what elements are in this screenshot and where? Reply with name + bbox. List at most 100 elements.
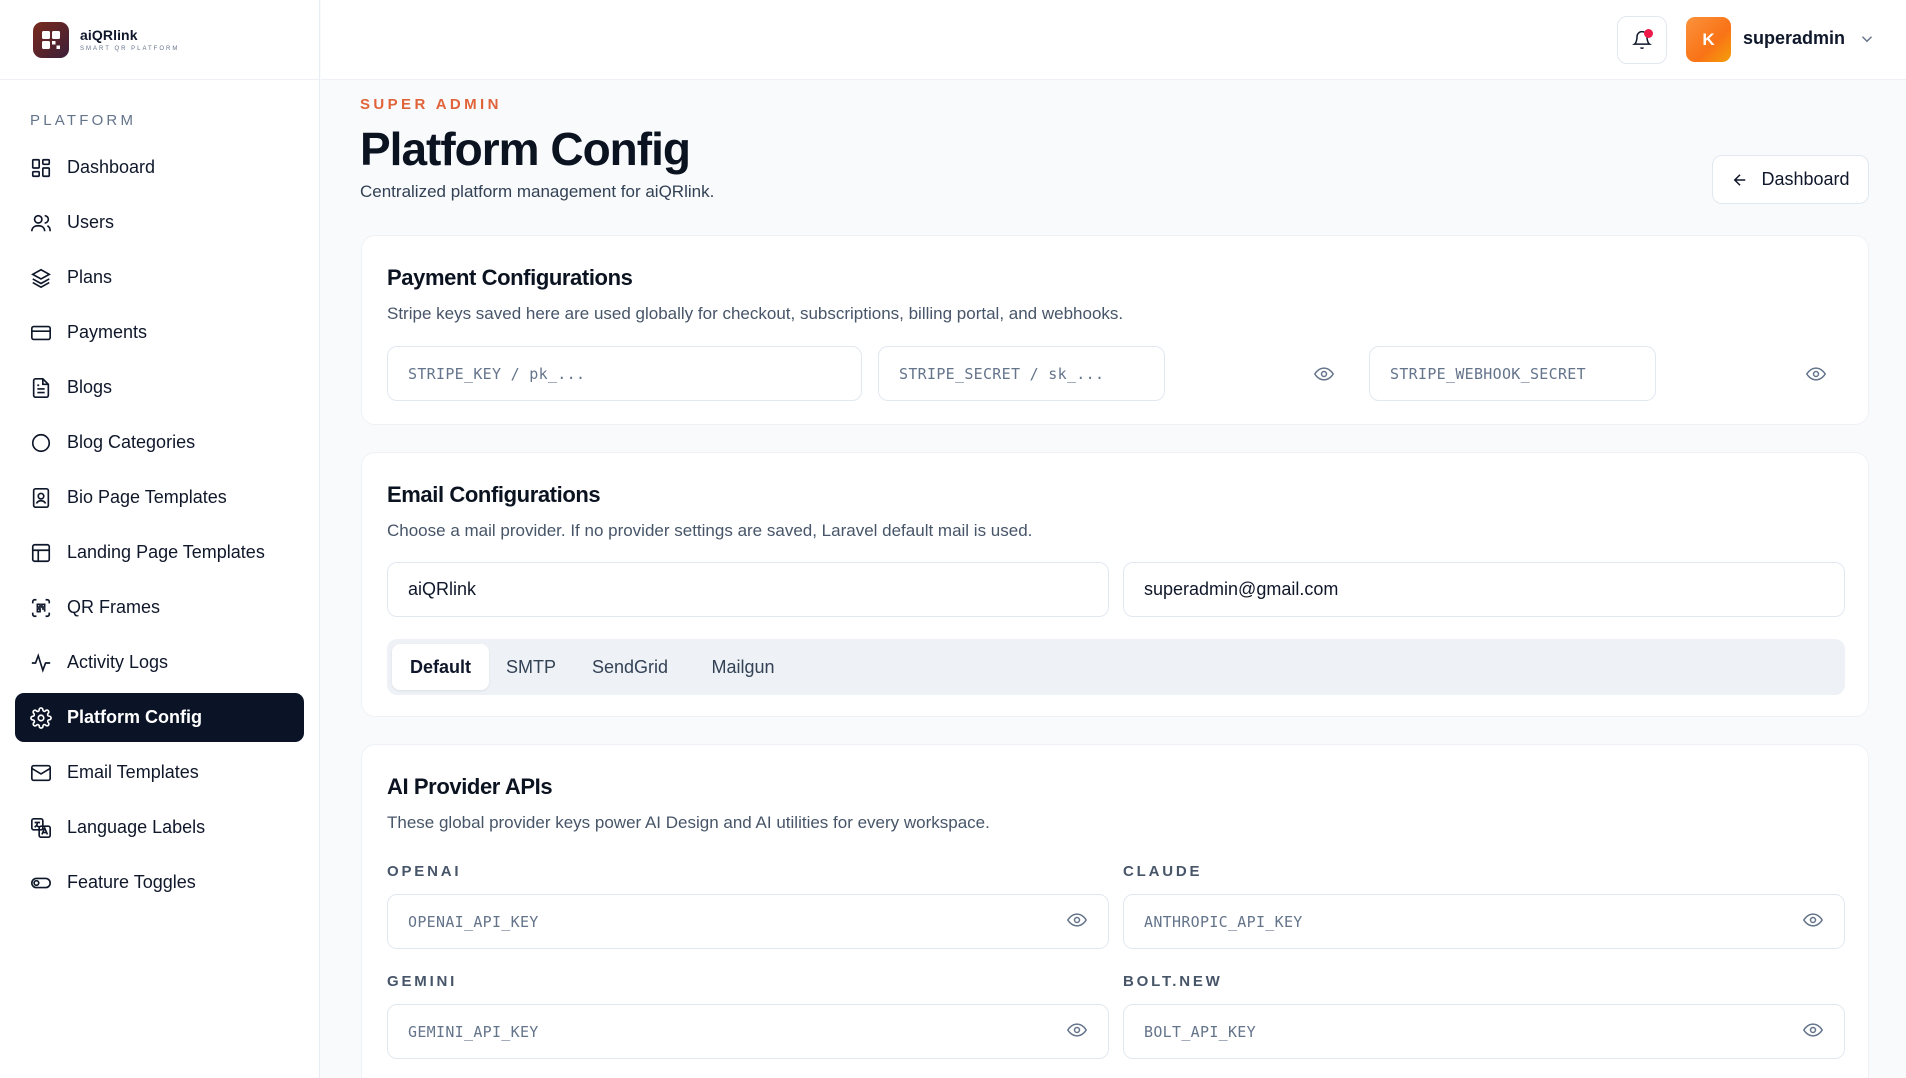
- stripe-webhook-secret-input[interactable]: STRIPE_WEBHOOK_SECRET: [1369, 346, 1656, 401]
- document-icon: [30, 377, 52, 399]
- sidebar-item-email-templates[interactable]: Email Templates: [15, 748, 304, 797]
- stripe-key-input[interactable]: STRIPE_KEY / pk_...: [387, 346, 862, 401]
- claude-key-placeholder: ANTHROPIC_API_KEY: [1144, 912, 1303, 931]
- gemini-label: GEMINI: [387, 973, 458, 990]
- sidebar-item-qr-frames[interactable]: QR Frames: [15, 583, 304, 632]
- stripe-key-placeholder: STRIPE_KEY / pk_...: [408, 364, 586, 383]
- claude-label: CLAUDE: [1123, 863, 1203, 880]
- brand-logo-icon: [33, 21, 69, 58]
- circle-icon: [30, 432, 52, 454]
- eye-icon[interactable]: [1066, 910, 1088, 930]
- ai-card-description: These global provider keys power AI Desi…: [387, 813, 990, 832]
- page-title: Platform Config: [360, 123, 691, 175]
- mail-from-name-input[interactable]: aiQRlink: [387, 562, 1109, 617]
- eye-icon[interactable]: [1313, 364, 1335, 384]
- eye-icon[interactable]: [1066, 1020, 1088, 1040]
- payment-card-description: Stripe keys saved here are used globally…: [387, 304, 1124, 323]
- languages-icon: [30, 817, 52, 839]
- openai-key-input[interactable]: OPENAI_API_KEY: [387, 894, 1109, 949]
- sidebar-item-label: Blog Categories: [67, 432, 196, 452]
- sidebar-item-plans[interactable]: Plans: [15, 253, 304, 302]
- email-config-card: Email Configurations Choose a mail provi…: [361, 452, 1869, 717]
- sidebar-item-label: Platform Config: [67, 707, 202, 727]
- sidebar-item-bio-page-templates[interactable]: Bio Page Templates: [15, 473, 304, 522]
- credit-card-icon: [30, 322, 52, 344]
- payment-config-card: Payment Configurations Stripe keys saved…: [361, 235, 1869, 425]
- tab-sendgrid[interactable]: SendGrid: [573, 644, 687, 690]
- sidebar-item-blog-categories[interactable]: Blog Categories: [15, 418, 304, 467]
- bolt-key-placeholder: BOLT_API_KEY: [1144, 1022, 1256, 1041]
- sidebar-item-dashboard[interactable]: Dashboard: [15, 143, 304, 192]
- mail-from-address-value: superadmin@gmail.com: [1144, 579, 1339, 599]
- sidebar-item-platform-config[interactable]: Platform Config: [15, 693, 304, 742]
- username[interactable]: superadmin: [1743, 28, 1845, 49]
- layers-icon: [30, 267, 52, 289]
- eye-icon[interactable]: [1802, 1020, 1824, 1040]
- mail-icon: [30, 762, 52, 784]
- sidebar-item-payments[interactable]: Payments: [15, 308, 304, 357]
- claude-key-input[interactable]: ANTHROPIC_API_KEY: [1123, 894, 1845, 949]
- sidebar-item-label: Blogs: [67, 377, 113, 397]
- layout-icon: [30, 542, 52, 564]
- chevron-down-icon[interactable]: [1858, 30, 1876, 48]
- gemini-key-input[interactable]: GEMINI_API_KEY: [387, 1004, 1109, 1059]
- sidebar-item-label: Plans: [67, 267, 113, 287]
- bolt-label: BOLT.NEW: [1123, 973, 1223, 990]
- stripe-secret-input[interactable]: STRIPE_SECRET / sk_...: [878, 346, 1165, 401]
- gear-icon: [30, 706, 52, 729]
- sidebar-item-label: QR Frames: [67, 597, 161, 617]
- notifications-button[interactable]: [1617, 16, 1667, 64]
- sidebar-item-activity-logs[interactable]: Activity Logs: [15, 638, 304, 687]
- sidebar-item-label: Activity Logs: [67, 652, 169, 672]
- back-button-label: Dashboard: [1761, 169, 1850, 189]
- grid-icon: [30, 157, 52, 179]
- arrow-left-icon: [1731, 171, 1749, 189]
- sidebar-item-users[interactable]: Users: [15, 198, 304, 247]
- sidebar-item-language-labels[interactable]: Language Labels: [15, 803, 304, 852]
- tab-smtp[interactable]: SMTP: [493, 644, 569, 690]
- sidebar-item-landing-page-templates[interactable]: Landing Page Templates: [15, 528, 304, 577]
- avatar[interactable]: K: [1686, 17, 1731, 62]
- page-eyebrow: SUPER ADMIN: [360, 96, 502, 113]
- sidebar-item-label: Email Templates: [67, 762, 199, 782]
- bolt-key-input[interactable]: BOLT_API_KEY: [1123, 1004, 1845, 1059]
- toggle-icon: [30, 872, 52, 894]
- brand-name: aiQRlink: [80, 27, 138, 43]
- contact-icon: [30, 487, 52, 509]
- sidebar-item-label: Language Labels: [67, 817, 206, 837]
- sidebar-item-label: Dashboard: [67, 157, 156, 177]
- sidebar-item-blogs[interactable]: Blogs: [15, 363, 304, 412]
- eye-icon[interactable]: [1802, 910, 1824, 930]
- brand-tagline: SMART QR PLATFORM: [80, 46, 180, 52]
- scan-icon: [30, 597, 52, 619]
- tab-mailgun[interactable]: Mailgun: [691, 644, 795, 690]
- page-subtitle: Centralized platform management for aiQR…: [360, 182, 715, 201]
- sidebar-item-label: Payments: [67, 322, 148, 342]
- back-to-dashboard-button[interactable]: Dashboard: [1712, 155, 1869, 204]
- gemini-key-placeholder: GEMINI_API_KEY: [408, 1022, 539, 1041]
- mail-from-address-input[interactable]: superadmin@gmail.com: [1123, 562, 1845, 617]
- sidebar: aiQRlink SMART QR PLATFORM PLATFORM Dash…: [0, 0, 320, 1078]
- nav-section-label: PLATFORM: [30, 112, 137, 129]
- sidebar-item-label: Users: [67, 212, 115, 232]
- stripe-webhook-placeholder: STRIPE_WEBHOOK_SECRET: [1390, 364, 1586, 383]
- brand[interactable]: aiQRlink SMART QR PLATFORM: [0, 0, 319, 80]
- ai-card-title: AI Provider APIs: [387, 774, 553, 799]
- sidebar-item-label: Landing Page Templates: [67, 542, 265, 562]
- openai-label: OPENAI: [387, 863, 462, 880]
- email-card-description: Choose a mail provider. If no provider s…: [387, 521, 1033, 540]
- tab-default[interactable]: Default: [392, 644, 489, 690]
- sidebar-item-label: Feature Toggles: [67, 872, 196, 892]
- ai-provider-card: AI Provider APIs These global provider k…: [361, 744, 1869, 1078]
- eye-icon[interactable]: [1805, 364, 1827, 384]
- topbar: K superadmin: [321, 0, 1906, 80]
- sidebar-nav: Dashboard Users Plans Payments Blogs Blo…: [0, 143, 320, 913]
- activity-icon: [30, 652, 52, 674]
- sidebar-item-feature-toggles[interactable]: Feature Toggles: [15, 858, 304, 907]
- mail-from-name-value: aiQRlink: [408, 579, 477, 599]
- sidebar-item-label: Bio Page Templates: [67, 487, 227, 507]
- openai-key-placeholder: OPENAI_API_KEY: [408, 912, 539, 931]
- email-card-title: Email Configurations: [387, 482, 601, 507]
- stripe-secret-placeholder: STRIPE_SECRET / sk_...: [899, 364, 1105, 383]
- mail-provider-tabs: Default SMTP SendGrid Mailgun: [387, 639, 1845, 695]
